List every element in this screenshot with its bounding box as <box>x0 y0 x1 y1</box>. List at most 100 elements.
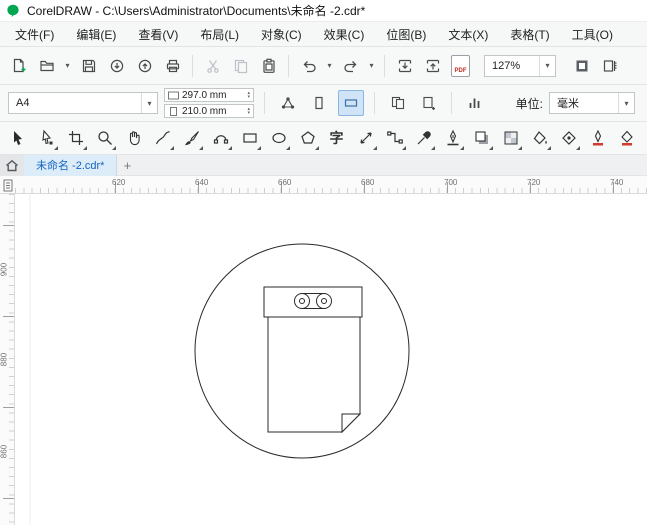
polygon-icon <box>300 131 315 144</box>
page-height-field[interactable]: 210.0 mm ▴ ▾ <box>164 104 254 118</box>
artistic-media-tool[interactable] <box>178 125 205 152</box>
interactive-fill-tool[interactable] <box>526 125 553 152</box>
page-arrows-icon <box>422 96 435 110</box>
export-button[interactable] <box>420 53 445 79</box>
menu-file[interactable]: 文件(F) <box>4 22 65 47</box>
ruler-origin-icon[interactable] <box>1 177 15 193</box>
document-tab-active[interactable]: 未命名 -2.cdr* <box>24 154 118 176</box>
units-combobox[interactable]: 毫米 ▾ <box>549 92 635 114</box>
menu-tools[interactable]: 工具(O) <box>561 22 624 47</box>
page-size-preset-combobox[interactable]: A4 ▾ <box>8 92 158 114</box>
checkerboard-icon <box>504 131 517 145</box>
cloud-sync-upload-button[interactable] <box>132 53 157 79</box>
chevron-down-icon[interactable]: ▾ <box>618 93 634 113</box>
vertical-ruler[interactable]: 900 880 860 <box>0 194 15 525</box>
menu-edit[interactable]: 编辑(E) <box>65 22 127 47</box>
new-tab-button[interactable]: + <box>117 155 137 176</box>
copy-icon <box>234 59 247 73</box>
publish-pdf-button[interactable]: PDF <box>448 53 473 79</box>
cut-button[interactable] <box>200 53 225 79</box>
undo-button[interactable] <box>296 53 321 79</box>
landscape-orientation-button[interactable] <box>338 90 364 116</box>
page-preset-value: A4 <box>16 97 30 109</box>
copy-button[interactable] <box>228 53 253 79</box>
spinner-icon[interactable]: ▴ ▾ <box>247 91 250 100</box>
rectangle-tool[interactable] <box>236 125 263 152</box>
drop-shadow-tool[interactable] <box>468 125 495 152</box>
artwork[interactable] <box>15 194 647 525</box>
menu-bar: 文件(F) 编辑(E) 查看(V) 布局(L) 对象(C) 效果(C) 位图(B… <box>0 22 647 47</box>
fill-color-tool[interactable] <box>613 125 640 152</box>
ruler-tick-label: 620 <box>112 178 126 187</box>
drawing-canvas[interactable]: 900 880 860 <box>0 194 647 525</box>
hand-icon <box>129 131 140 146</box>
portrait-orientation-button[interactable] <box>306 90 332 116</box>
import-button[interactable] <box>392 53 417 79</box>
open-dropdown-caret-icon[interactable]: ▾ <box>62 53 73 79</box>
cloud-sync-download-button[interactable] <box>104 53 129 79</box>
menu-view[interactable]: 查看(V) <box>127 22 189 47</box>
triangle-handles-icon <box>281 97 294 109</box>
all-pages-layout-button[interactable] <box>385 90 410 116</box>
menu-object[interactable]: 对象(C) <box>250 22 313 47</box>
window-title: CorelDRAW - C:\Users\Administrator\Docum… <box>27 4 366 18</box>
menu-bitmaps[interactable]: 位图(B) <box>375 22 437 47</box>
open-button[interactable] <box>34 53 59 79</box>
smart-fill-tool[interactable] <box>555 125 582 152</box>
polygon-tool[interactable] <box>294 125 321 152</box>
eyedropper-tool[interactable] <box>410 125 437 152</box>
chevron-down-icon[interactable]: ▾ <box>141 93 157 113</box>
pan-tool[interactable] <box>120 125 147 152</box>
zoom-level-value: 127% <box>492 59 521 72</box>
new-document-button[interactable] <box>6 53 31 79</box>
brush-icon <box>184 131 199 146</box>
welcome-screen-button[interactable] <box>0 154 24 176</box>
toolbar-separator <box>264 92 265 114</box>
dimension-tool[interactable] <box>352 125 379 152</box>
portrait-icon <box>315 96 323 110</box>
page-width-field[interactable]: 297.0 mm ▴ ▾ <box>164 88 254 102</box>
save-button[interactable] <box>76 53 101 79</box>
text-tool[interactable]: 字 <box>323 125 350 152</box>
freehand-tool[interactable] <box>149 125 176 152</box>
landscape-icon <box>344 99 358 107</box>
connector-tool[interactable] <box>381 125 408 152</box>
menu-table[interactable]: 表格(T) <box>499 22 560 47</box>
smart-fill-icon <box>561 131 576 145</box>
zoom-level-combobox[interactable]: 127% ▾ <box>484 54 556 77</box>
save-icon <box>82 59 95 72</box>
export-icon <box>426 59 439 72</box>
menu-effects[interactable]: 效果(C) <box>313 22 376 47</box>
pick-tool[interactable] <box>4 125 31 152</box>
show-rulers-button[interactable] <box>597 53 622 79</box>
drawn-notepad-header[interactable] <box>263 286 363 318</box>
spinner-icon[interactable]: ▴ ▾ <box>247 107 250 116</box>
print-button[interactable] <box>160 53 185 79</box>
transparency-tool[interactable] <box>497 125 524 152</box>
horizontal-ruler[interactable]: 620 640 660 680 700 720 740 <box>0 176 647 194</box>
paste-button[interactable] <box>256 53 281 79</box>
shape-tool[interactable] <box>33 125 60 152</box>
crop-tool[interactable] <box>62 125 89 152</box>
zoom-tool[interactable] <box>91 125 118 152</box>
chevron-down-icon[interactable]: ▾ <box>539 55 555 76</box>
ruler-page-icon <box>603 59 616 72</box>
redo-dropdown-caret-icon[interactable]: ▾ <box>366 53 377 79</box>
outline-color-tool[interactable] <box>584 125 611 152</box>
units-label: 单位: <box>515 96 543 111</box>
drawing-scale-button[interactable] <box>462 90 487 116</box>
undo-dropdown-caret-icon[interactable]: ▾ <box>324 53 335 79</box>
text-tool-icon: 字 <box>329 130 344 146</box>
outline-pen-tool[interactable] <box>439 125 466 152</box>
page-angle-button[interactable] <box>275 90 300 116</box>
bezier-tool[interactable] <box>207 125 234 152</box>
ruler-tick-label: 700 <box>444 178 458 187</box>
ellipse-icon <box>271 132 286 144</box>
menu-text[interactable]: 文本(X) <box>437 22 499 47</box>
ellipse-tool[interactable] <box>265 125 292 152</box>
magnifier-icon <box>97 131 112 145</box>
fullscreen-preview-button[interactable] <box>569 53 594 79</box>
current-page-layout-button[interactable] <box>416 90 441 116</box>
redo-button[interactable] <box>338 53 363 79</box>
menu-layout[interactable]: 布局(L) <box>189 22 250 47</box>
